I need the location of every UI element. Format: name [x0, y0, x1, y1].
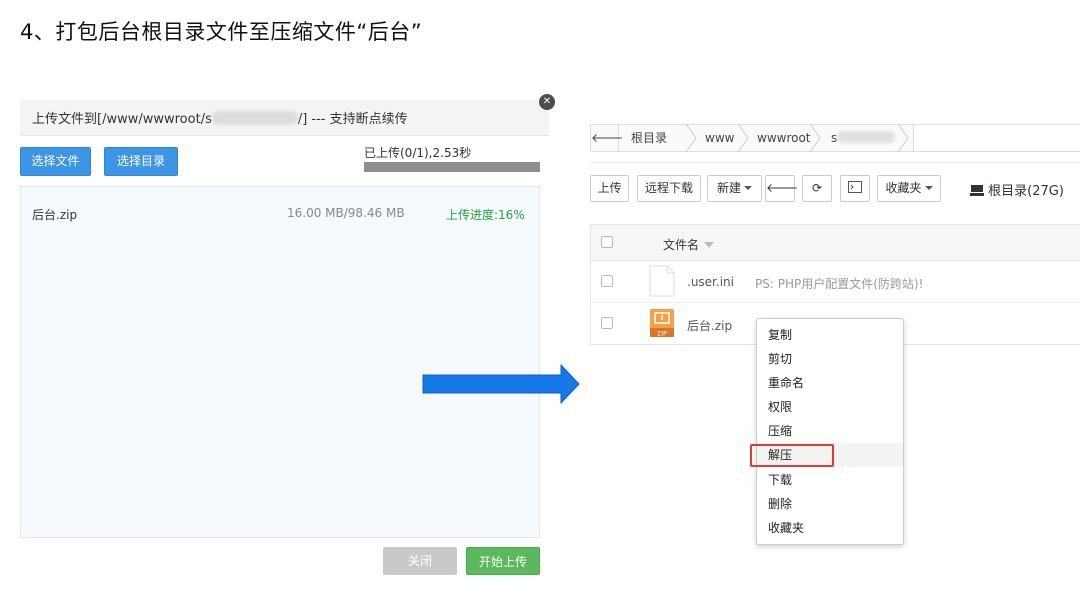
menu-item-permissions[interactable]: 权限 — [757, 395, 903, 419]
upload-file-progress: 上传进度:16% — [446, 208, 525, 222]
breadcrumb-item-root[interactable]: 根目录 — [631, 125, 667, 151]
redacted-path-segment — [211, 111, 298, 125]
breadcrumb-separator-icon — [897, 124, 909, 152]
dialog-title-prefix: 上传文件到[/www/wwwroot/s — [32, 112, 212, 127]
sort-icon — [704, 242, 715, 248]
redacted-path-segment — [837, 131, 896, 143]
path-input[interactable] — [913, 125, 1080, 151]
breadcrumb-item-wwwroot[interactable]: wwwroot — [757, 125, 811, 151]
upload-file-size: 16.00 MB/98.46 MB — [287, 206, 405, 220]
breadcrumb-separator-icon — [809, 124, 821, 152]
back-button[interactable]: 🡐 — [765, 175, 799, 202]
table-header: 文件名 — [591, 225, 1080, 261]
overall-progress-bar — [364, 162, 540, 172]
divider — [590, 162, 1080, 163]
breadcrumb-separator-icon — [685, 124, 697, 152]
disk-info: 根目录(27G) — [970, 180, 1064, 199]
refresh-button[interactable]: ⟳ — [802, 175, 832, 202]
select-file-button[interactable]: 选择文件 — [20, 147, 91, 176]
upload-button[interactable]: 上传 — [590, 175, 629, 202]
file-name[interactable]: .user.ini — [687, 275, 734, 289]
zip-file-icon: ZIP — [650, 309, 674, 338]
context-menu: 复制 剪切 重命名 权限 压缩 解压 下载 删除 收藏夹 — [756, 318, 904, 545]
select-all-checkbox[interactable] — [601, 236, 613, 248]
upload-status-text: 已上传(0/1),2.53秒 — [364, 146, 472, 160]
menu-item-cut[interactable]: 剪切 — [757, 347, 903, 371]
menu-item-delete[interactable]: 删除 — [757, 492, 903, 516]
select-directory-button[interactable]: 选择目录 — [104, 147, 178, 176]
breadcrumb-separator-icon — [737, 124, 749, 152]
file-name[interactable]: 后台.zip — [687, 317, 732, 334]
dialog-title-suffix: /] --- 支持断点续传 — [297, 112, 408, 127]
caret-down-icon — [924, 186, 933, 190]
favorites-dropdown-button[interactable]: 收藏夹 — [877, 175, 941, 202]
start-upload-button[interactable]: 开始上传 — [466, 547, 540, 575]
menu-item-download[interactable]: 下载 — [757, 468, 903, 492]
path-breadcrumb: 🡐 根目录 www wwwroot s — [590, 124, 1080, 152]
dialog-close-icon[interactable]: ✕ — [539, 94, 555, 110]
hard-drive-icon — [970, 185, 984, 196]
refresh-icon: ⟳ — [811, 181, 823, 195]
menu-item-compress[interactable]: 压缩 — [757, 419, 903, 443]
column-header-filename[interactable]: 文件名 — [663, 236, 715, 253]
highlight-annotation-box — [750, 444, 834, 467]
svg-text:ZIP: ZIP — [657, 331, 667, 338]
caret-down-icon — [744, 186, 752, 190]
upload-file-name: 后台.zip — [32, 208, 78, 222]
close-button[interactable]: 关闭 — [383, 547, 457, 575]
row-checkbox[interactable] — [601, 275, 613, 287]
breadcrumb-item-www[interactable]: www — [705, 125, 734, 151]
terminal-button[interactable] — [840, 175, 870, 202]
file-icon — [649, 265, 675, 297]
back-arrow-icon[interactable]: 🡐 — [591, 125, 623, 151]
breadcrumb-item-site[interactable]: s — [831, 125, 896, 151]
menu-item-copy[interactable]: 复制 — [757, 323, 903, 347]
new-dropdown-button[interactable]: 新建 — [707, 175, 762, 202]
dialog-title: 上传文件到[/www/wwwroot/s /] --- 支持断点续传 — [20, 100, 549, 136]
remote-download-button[interactable]: 远程下载 — [637, 175, 701, 202]
file-manager-panel: 🡐 根目录 www wwwroot s 上传 远程下载 新建 🡐 ⟳ 收藏夹 根… — [576, 100, 1080, 350]
terminal-icon — [848, 181, 862, 193]
table-row[interactable]: .user.ini PS: PHP用户配置文件(防跨站)! — [591, 261, 1080, 303]
back-arrow-icon: 🡐 — [766, 181, 799, 195]
menu-item-favorites[interactable]: 收藏夹 — [757, 516, 903, 540]
flow-arrow-icon — [422, 364, 580, 404]
upload-file-row: 后台.zip 16.00 MB/98.46 MB 上传进度:16% — [21, 187, 539, 237]
page-heading: 4、打包后台根目录文件至压缩文件“后台” — [20, 20, 423, 44]
file-remark: PS: PHP用户配置文件(防跨站)! — [755, 277, 924, 291]
upload-file-list: 后台.zip 16.00 MB/98.46 MB 上传进度:16% — [20, 186, 540, 538]
row-checkbox[interactable] — [601, 317, 613, 329]
menu-item-rename[interactable]: 重命名 — [757, 371, 903, 395]
upload-dialog: 上传文件到[/www/wwwroot/s /] --- 支持断点续传 ✕ 选择文件… — [20, 94, 555, 585]
